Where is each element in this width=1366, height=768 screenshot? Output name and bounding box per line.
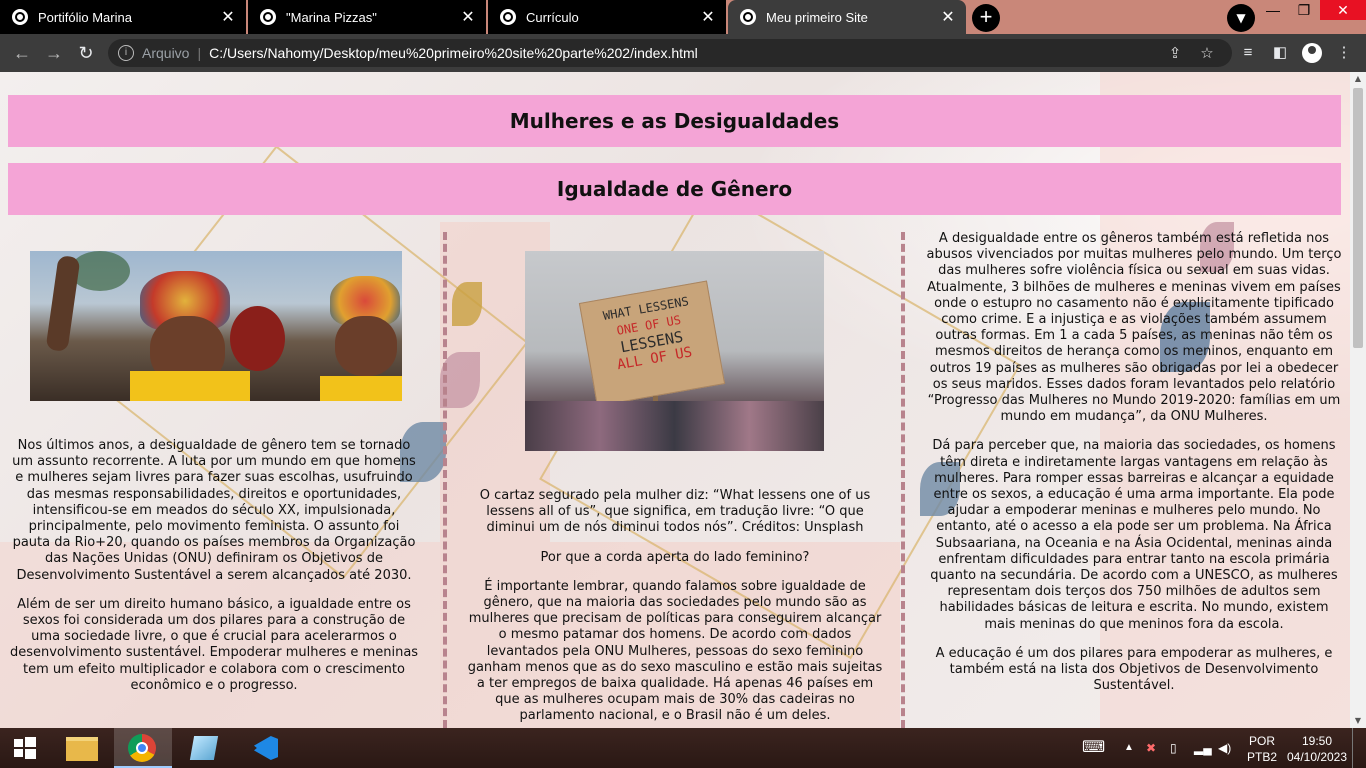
keyboard-layout-label: PTB2 xyxy=(1246,750,1277,764)
tab-title: Currículo xyxy=(526,9,579,25)
page-subtitle: Igualdade de Gênero xyxy=(8,163,1341,215)
window-close-button[interactable]: ✕ xyxy=(1320,0,1366,20)
chrome-icon[interactable] xyxy=(114,728,172,768)
language-label: POR xyxy=(1248,734,1275,748)
globe-icon xyxy=(740,9,756,25)
globe-icon xyxy=(260,9,276,25)
reading-list-icon[interactable]: ≡ xyxy=(1238,43,1258,63)
column-divider xyxy=(901,232,905,728)
url-text[interactable]: C:/Users/Nahomy/Desktop/meu%20primeiro%2… xyxy=(209,45,698,61)
yellow-shirt xyxy=(130,371,250,401)
yellow-shirt xyxy=(320,376,402,401)
profile-icon[interactable] xyxy=(1302,43,1322,63)
protest-sign-photo: WHAT LESSENS ONE OF US LESSENS ALL OF US xyxy=(525,251,824,451)
tab-meu-primeiro-site[interactable]: Meu primeiro Site ✕ xyxy=(728,0,966,34)
paragraph: Além de ser um direito humano básico, a … xyxy=(9,596,419,693)
protest-sign: WHAT LESSENS ONE OF US LESSENS ALL OF US xyxy=(578,280,726,407)
tab-title: Meu primeiro Site xyxy=(766,9,868,25)
address-bar[interactable]: i Arquivo | C:/Users/Nahomy/Desktop/meu%… xyxy=(108,39,1232,67)
file-explorer-icon[interactable] xyxy=(54,728,112,768)
tab-title: Portifólio Marina xyxy=(38,9,132,25)
close-tab-icon[interactable]: ✕ xyxy=(216,7,240,27)
clock[interactable]: 19:50 04/10/2023 xyxy=(1284,728,1350,768)
signal-icon[interactable]: ▂▄ xyxy=(1194,728,1212,768)
side-panel-icon[interactable]: ◧ xyxy=(1270,43,1290,63)
notes-app-icon[interactable] xyxy=(176,728,234,768)
close-tab-icon[interactable]: ✕ xyxy=(936,7,960,27)
paragraph: O cartaz segurado pela mulher diz: “What… xyxy=(479,488,871,536)
security-label: Arquivo xyxy=(142,45,190,61)
scroll-up-icon[interactable]: ▲ xyxy=(1350,72,1366,86)
vscode-icon[interactable] xyxy=(238,728,296,768)
paragraph: A educação é um dos pilares para empoder… xyxy=(935,645,1333,694)
minimize-button[interactable]: — xyxy=(1258,0,1288,20)
scrollbar-thumb[interactable] xyxy=(1353,88,1363,348)
windows-start-icon[interactable] xyxy=(0,728,50,768)
tab-marina-pizzas[interactable]: "Marina Pizzas" ✕ xyxy=(248,0,486,34)
back-icon[interactable]: ← xyxy=(10,41,34,65)
network-error-icon[interactable]: ✖ xyxy=(1146,728,1166,768)
crowd xyxy=(525,401,824,451)
volume-icon[interactable]: ◀) xyxy=(1218,728,1236,768)
address-separator: | xyxy=(197,45,202,61)
tab-title: "Marina Pizzas" xyxy=(286,9,377,25)
paragraph: É importante lembrar, quando falamos sob… xyxy=(467,578,883,724)
globe-icon xyxy=(12,9,28,25)
notification-icon[interactable] xyxy=(1352,728,1362,768)
column-1-text: Nos últimos anos, a desigualdade de gêne… xyxy=(8,438,420,707)
paragraph: Nos últimos anos, a desigualdade de gêne… xyxy=(12,438,416,583)
red-hair xyxy=(230,306,285,371)
keyboard-icon[interactable]: ⌨ xyxy=(1082,728,1112,768)
paragraph: Dá para perceber que, na maioria das soc… xyxy=(930,438,1338,632)
tab-strip: Portifólio Marina ✕ "Marina Pizzas" ✕ Cu… xyxy=(0,0,1366,34)
paragraph: A desigualdade entre os gêneros também e… xyxy=(926,231,1342,425)
tab-search-chevron-icon[interactable]: ▼ xyxy=(1227,4,1255,32)
new-tab-button[interactable]: + xyxy=(972,4,1000,32)
tab-portfolio-marina[interactable]: Portifólio Marina ✕ xyxy=(0,0,246,34)
maximize-button[interactable]: ❐ xyxy=(1289,0,1319,20)
chevron-up-icon[interactable]: ▲ xyxy=(1124,728,1136,768)
page-title: Mulheres e as Desigualdades xyxy=(8,95,1341,147)
language-indicator[interactable]: POR PTB2 xyxy=(1244,728,1280,768)
page-viewport: Mulheres e as Desigualdades Igualdade de… xyxy=(0,72,1350,728)
photo-tree xyxy=(70,251,130,291)
info-icon[interactable]: i xyxy=(118,45,134,61)
face xyxy=(335,316,397,376)
clock-time: 19:50 xyxy=(1301,734,1333,748)
windows-taskbar: ⌨ ▲ ✖ ▯ ▂▄ ◀) POR PTB2 19:50 04/10/2023 xyxy=(0,728,1366,768)
share-icon[interactable]: ⇪ xyxy=(1166,45,1184,63)
paragraph: Por que a corda aperta do lado feminino? xyxy=(540,549,810,565)
decorative-leaf xyxy=(452,282,482,326)
column-3-text: A desigualdade entre os gêneros também e… xyxy=(924,231,1344,707)
column-divider xyxy=(443,232,447,728)
column-2-text: O cartaz segurado pela mulher diz: “What… xyxy=(466,488,884,728)
close-tab-icon[interactable]: ✕ xyxy=(696,7,720,27)
page-scrollbar[interactable]: ▲ ▼ xyxy=(1350,72,1366,728)
tab-curriculo[interactable]: Currículo ✕ xyxy=(488,0,726,34)
bookmark-star-icon[interactable]: ☆ xyxy=(1198,45,1216,63)
globe-icon xyxy=(500,9,516,25)
raised-fist xyxy=(45,254,81,353)
reload-icon[interactable]: ↻ xyxy=(74,41,98,65)
forward-icon[interactable]: → xyxy=(42,41,66,65)
clock-date: 04/10/2023 xyxy=(1286,750,1348,764)
close-tab-icon[interactable]: ✕ xyxy=(456,7,480,27)
battery-icon[interactable]: ▯ xyxy=(1170,728,1188,768)
menu-icon[interactable]: ⋮ xyxy=(1334,43,1354,63)
women-turbans-photo xyxy=(30,251,402,401)
browser-toolbar: ← → ↻ i Arquivo | C:/Users/Nahomy/Deskto… xyxy=(0,34,1366,72)
scroll-down-icon[interactable]: ▼ xyxy=(1350,714,1366,728)
